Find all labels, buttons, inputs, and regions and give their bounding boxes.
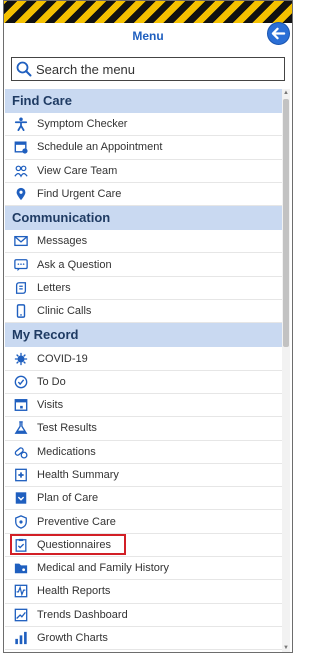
menu-item-medical-family-history[interactable]: Medical and Family History: [5, 557, 286, 581]
hazard-stripe-banner: [4, 1, 292, 23]
menu-item-label: Find Urgent Care: [37, 188, 122, 201]
menu-item-questionnaires[interactable]: Questionnaires: [5, 533, 286, 558]
scrollbar[interactable]: ▲ ▼: [282, 89, 290, 652]
flask-icon: [13, 420, 29, 436]
shield-icon: [13, 514, 29, 530]
highlight-box: [10, 533, 126, 555]
menu-item-find-urgent-care[interactable]: Find Urgent Care: [5, 183, 286, 207]
menu-item-label: Messages: [37, 235, 88, 248]
scrollbar-thumb[interactable]: [283, 99, 289, 347]
menu-item-label: Medications: [37, 445, 96, 458]
section-header-communication: Communication: [5, 206, 286, 231]
menu-item-plan-of-care[interactable]: Plan of Care: [5, 487, 286, 511]
menu-item-to-do[interactable]: To Do: [5, 371, 286, 394]
menu-title: Menu: [132, 29, 164, 43]
menu-item-label: Test Results: [37, 422, 97, 435]
menu-item-label: Medical and Family History: [37, 562, 170, 575]
menu-item-label: View Care Team: [37, 164, 118, 177]
phone-icon: [13, 303, 29, 319]
menu-item-test-results[interactable]: Test Results: [5, 417, 286, 441]
menu-item-label: Letters: [37, 281, 71, 294]
plan-of-care-icon: [13, 490, 29, 506]
search-box[interactable]: [11, 57, 285, 81]
trend-line-icon: [13, 607, 29, 623]
menu-item-label: Trends Dashboard: [37, 608, 128, 621]
menu-item-label: Health Reports: [37, 585, 111, 598]
search-input[interactable]: [34, 59, 278, 79]
back-button[interactable]: [267, 22, 290, 45]
menu-item-trends-dashboard[interactable]: Trends Dashboard: [5, 604, 286, 627]
letter-icon: [13, 280, 29, 296]
menu-item-preventive-care[interactable]: Preventive Care: [5, 510, 286, 534]
section-header-my-record: My Record: [5, 323, 286, 348]
menu-item-health-summary[interactable]: Health Summary: [5, 464, 286, 488]
chat-question-icon: [13, 257, 29, 273]
menu-item-health-reports[interactable]: Health Reports: [5, 580, 286, 604]
menu-item-covid-19[interactable]: COVID-19: [5, 347, 286, 371]
menu-item-label: Visits: [37, 399, 64, 412]
folder-icon: [13, 560, 29, 576]
menu-item-label: Health Summary: [37, 469, 119, 481]
menu-item-label: Preventive Care: [37, 515, 116, 528]
menu-item-label: Symptom Checker: [37, 118, 128, 131]
arrow-left-icon: [271, 27, 286, 40]
menu-item-label: Schedule an Appointment: [37, 141, 163, 154]
menu-item-messages[interactable]: Messages: [5, 230, 286, 254]
calendar-icon: [13, 139, 29, 155]
accessibility-icon: [13, 116, 29, 132]
menu-item-symptom-checker[interactable]: Symptom Checker: [5, 113, 286, 137]
menu-item-letters[interactable]: Letters: [5, 277, 286, 301]
chart-icon: [13, 583, 29, 599]
menu-item-label: COVID-19: [37, 352, 88, 365]
scroll-down-arrow-icon[interactable]: ▼: [282, 644, 290, 652]
growth-chart-icon: [13, 630, 29, 646]
menu-item-schedule-appointment[interactable]: Schedule an Appointment: [5, 136, 286, 160]
menu-item-visits[interactable]: Visits: [5, 394, 286, 418]
visits-icon: [13, 397, 29, 413]
menu-header: Menu: [4, 22, 292, 51]
menu-item-label: Growth Charts: [37, 632, 108, 645]
menu-item-ask-question[interactable]: Ask a Question: [5, 253, 286, 277]
menu-item-view-care-team[interactable]: View Care Team: [5, 160, 286, 183]
envelope-icon: [13, 233, 29, 249]
menu-item-label: To Do: [37, 375, 66, 388]
menu-item-clinic-calls[interactable]: Clinic Calls: [5, 300, 286, 324]
menu-item-label: Plan of Care: [37, 492, 99, 505]
virus-icon: [13, 351, 29, 367]
health-summary-icon: [13, 467, 29, 483]
menu-item-label: Ask a Question: [37, 258, 112, 271]
pills-icon: [13, 444, 29, 460]
search-icon: [16, 60, 34, 78]
menu-list: Find Care Symptom Checker Schedule an Ap…: [5, 89, 286, 652]
location-pin-icon: [13, 186, 29, 202]
checkmark-circle-icon: [13, 374, 29, 390]
menu-item-medications[interactable]: Medications: [5, 441, 286, 464]
menu-panel: Menu Find Care Symptom Checker: [3, 0, 293, 653]
menu-item-label: Clinic Calls: [37, 305, 92, 318]
scroll-up-arrow-icon[interactable]: ▲: [282, 89, 290, 97]
care-team-icon: [13, 163, 29, 179]
menu-item-growth-charts[interactable]: Growth Charts: [5, 627, 286, 651]
section-header-find-care: Find Care: [5, 89, 286, 113]
